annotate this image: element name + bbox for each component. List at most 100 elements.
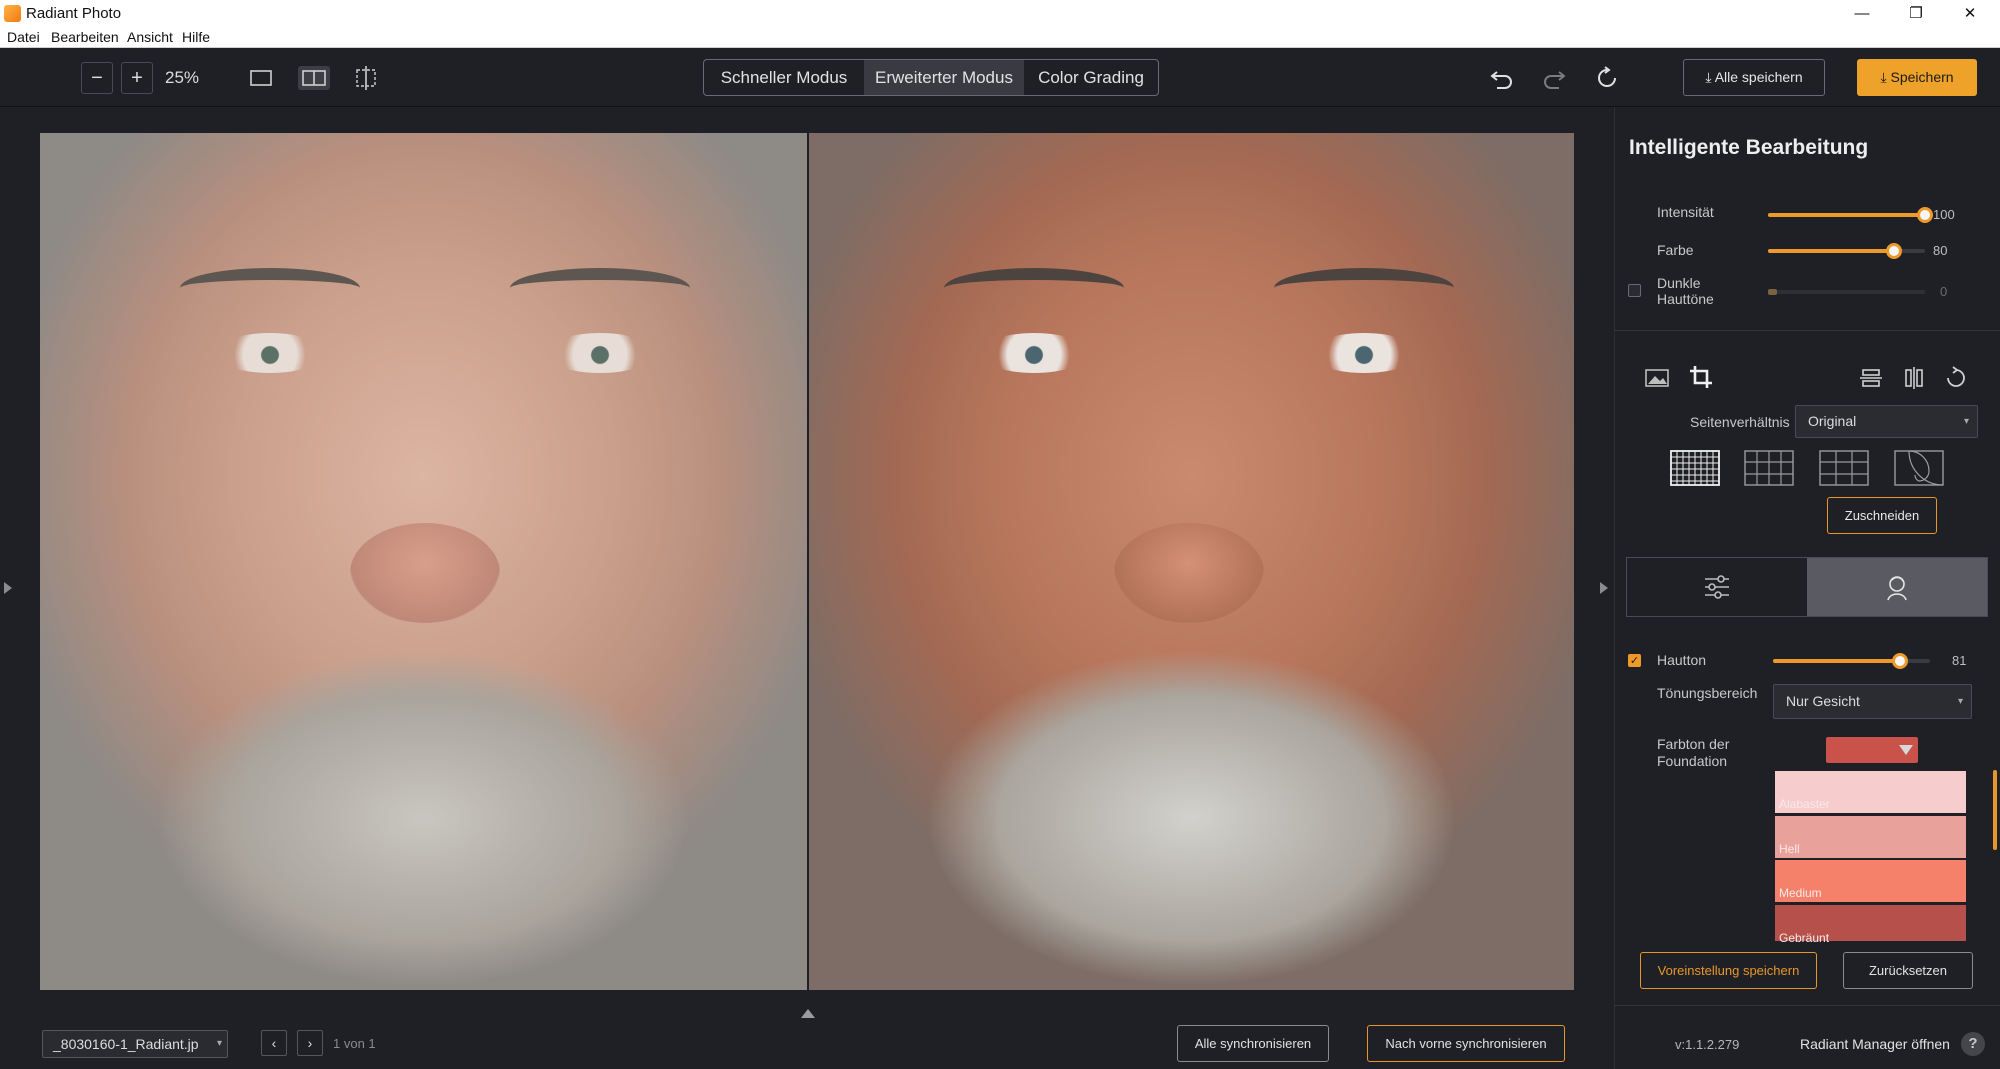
divider [1614, 330, 2000, 331]
page-info: 1 von 1 [333, 1036, 376, 1051]
tab-adjustments[interactable] [1627, 558, 1807, 616]
compare-slider-icon[interactable] [352, 64, 380, 92]
face-icon [1887, 576, 1907, 601]
save-preset-button[interactable]: Voreinstellung speichern [1640, 952, 1817, 989]
swatch-medium[interactable]: Medium [1775, 860, 1966, 902]
foundation-label: Farbton der Foundation [1657, 736, 1730, 769]
foundation-color-picker[interactable] [1826, 737, 1918, 763]
divider [1614, 1005, 2000, 1006]
intensity-slider-fill [1768, 213, 1925, 217]
grid-thirds-icon[interactable] [1819, 450, 1869, 486]
toning-range-select[interactable]: Nur Gesicht ▾ [1773, 684, 1972, 719]
color-value: 80 [1933, 243, 1948, 258]
app-logo-icon [4, 5, 21, 22]
close-button[interactable]: ✕ [1942, 0, 1998, 27]
mode-switcher: Schneller Modus Erweiterter Modus Color … [703, 59, 1159, 96]
minimize-button[interactable]: — [1834, 0, 1890, 27]
crop-button[interactable]: Zuschneiden [1827, 497, 1937, 534]
chevron-right-icon: › [307, 1035, 313, 1051]
swatch-gebraeunt[interactable]: Gebräunt [1775, 905, 1966, 945]
tab-schneller-modus[interactable]: Schneller Modus [704, 60, 864, 95]
image-icon[interactable] [1644, 367, 1670, 389]
version-label: v:1.1.2.279 [1675, 1037, 1740, 1052]
dark-skin-slider-thumb[interactable] [1768, 289, 1777, 295]
golden-spiral-icon[interactable] [1894, 450, 1944, 486]
skin-tone-slider-thumb[interactable] [1892, 653, 1908, 669]
menu-hilfe[interactable]: Hilfe [182, 29, 210, 45]
prev-image-button[interactable]: ‹ [261, 1030, 287, 1056]
title-bar: Radiant Photo — ❐ ✕ [0, 0, 2000, 27]
sync-front-button[interactable]: Nach vorne synchronisieren [1367, 1025, 1565, 1062]
image-compare-area[interactable] [40, 133, 1574, 990]
eye [979, 333, 1089, 373]
zoom-out-button[interactable]: − [81, 62, 113, 94]
rotate-icon[interactable] [1944, 366, 1968, 390]
grid-fine-icon[interactable] [1670, 450, 1720, 486]
download-icon: ⤓ [1705, 69, 1715, 85]
slider-label-intensity: Intensität [1657, 204, 1714, 220]
menu-bearbeiten[interactable]: Bearbeiten [51, 29, 119, 45]
dark-skin-value: 0 [1940, 284, 1948, 299]
section-tabs [1626, 557, 1988, 617]
manager-link[interactable]: Radiant Manager öffnen [1800, 1036, 1950, 1052]
chevron-down-icon: ▾ [1958, 696, 1964, 707]
eyebrow [180, 268, 360, 308]
tab-portrait[interactable] [1807, 558, 1987, 616]
left-panel-toggle-icon[interactable] [2, 580, 14, 596]
flip-vertical-icon[interactable] [1859, 366, 1883, 390]
save-all-button[interactable]: ⤓ Alle speichern [1683, 59, 1825, 96]
save-button[interactable]: ⤓ Speichern [1857, 59, 1977, 96]
dark-skin-slider-track[interactable] [1768, 290, 1925, 294]
help-icon[interactable]: ? [1961, 1032, 1985, 1056]
triangle-down-icon [1899, 745, 1913, 755]
grid-4x3-icon[interactable] [1744, 450, 1794, 486]
original-image [40, 133, 807, 990]
eye [215, 333, 325, 373]
swatch-hell[interactable]: Hell [1775, 816, 1966, 858]
color-slider-thumb[interactable] [1886, 243, 1902, 259]
nose [1114, 523, 1264, 623]
menu-bar: Datei Bearbeiten Ansicht Hilfe [0, 27, 2000, 48]
aspect-ratio-select[interactable]: Original ▾ [1795, 405, 1978, 438]
skin-tone-checkbox[interactable]: ✓ [1628, 654, 1641, 667]
crop-icon[interactable] [1688, 364, 1714, 390]
undo-icon[interactable] [1489, 66, 1515, 90]
flip-horizontal-icon[interactable] [1902, 366, 1926, 390]
next-image-button[interactable]: › [297, 1030, 323, 1056]
intensity-value: 100 [1933, 207, 1955, 222]
split-view-icon[interactable] [298, 66, 330, 90]
dark-skin-checkbox[interactable] [1628, 284, 1641, 297]
window-title: Radiant Photo [26, 5, 122, 22]
eyebrow [944, 268, 1124, 308]
menu-ansicht[interactable]: Ansicht [127, 29, 173, 45]
skin-tone-label: Hautton [1657, 652, 1707, 668]
tab-color-grading[interactable]: Color Grading [1024, 60, 1158, 95]
skin-tone-value: 81 [1952, 653, 1967, 668]
slider-label-color: Farbe [1657, 242, 1694, 258]
slider-label-dark-skin: Dunkle Hauttöne [1657, 275, 1714, 307]
file-select[interactable]: _8030160-1_Radiant.jp ▾ [42, 1030, 228, 1058]
filmstrip-toggle-icon[interactable] [800, 1006, 816, 1020]
chevron-down-icon: ▾ [217, 1038, 223, 1049]
tab-erweiterter-modus[interactable]: Erweiterter Modus [864, 60, 1024, 95]
zoom-in-button[interactable]: + [121, 62, 153, 94]
download-icon: ⤓ [1880, 69, 1891, 85]
panel-scrollbar[interactable] [1993, 770, 1997, 850]
swatch-alabaster[interactable]: Alabaster [1775, 771, 1966, 813]
color-slider-fill [1768, 249, 1894, 253]
single-view-icon[interactable] [249, 68, 273, 88]
chevron-left-icon: ‹ [271, 1035, 277, 1051]
skin-tone-slider-fill [1773, 659, 1900, 663]
reset-icon[interactable] [1594, 66, 1620, 90]
sync-all-button[interactable]: Alle synchronisieren [1177, 1025, 1329, 1062]
reset-button[interactable]: Zurücksetzen [1843, 952, 1973, 989]
intensity-slider-thumb[interactable] [1917, 207, 1933, 223]
menu-datei[interactable]: Datei [7, 29, 40, 45]
right-panel-toggle-icon[interactable] [1598, 580, 1610, 596]
eye [545, 333, 655, 373]
chevron-down-icon: ▾ [1964, 416, 1970, 427]
eyebrow [1274, 268, 1454, 308]
maximize-button[interactable]: ❐ [1888, 0, 1944, 27]
zoom-level: 25% [165, 68, 200, 87]
redo-icon[interactable] [1541, 66, 1567, 90]
